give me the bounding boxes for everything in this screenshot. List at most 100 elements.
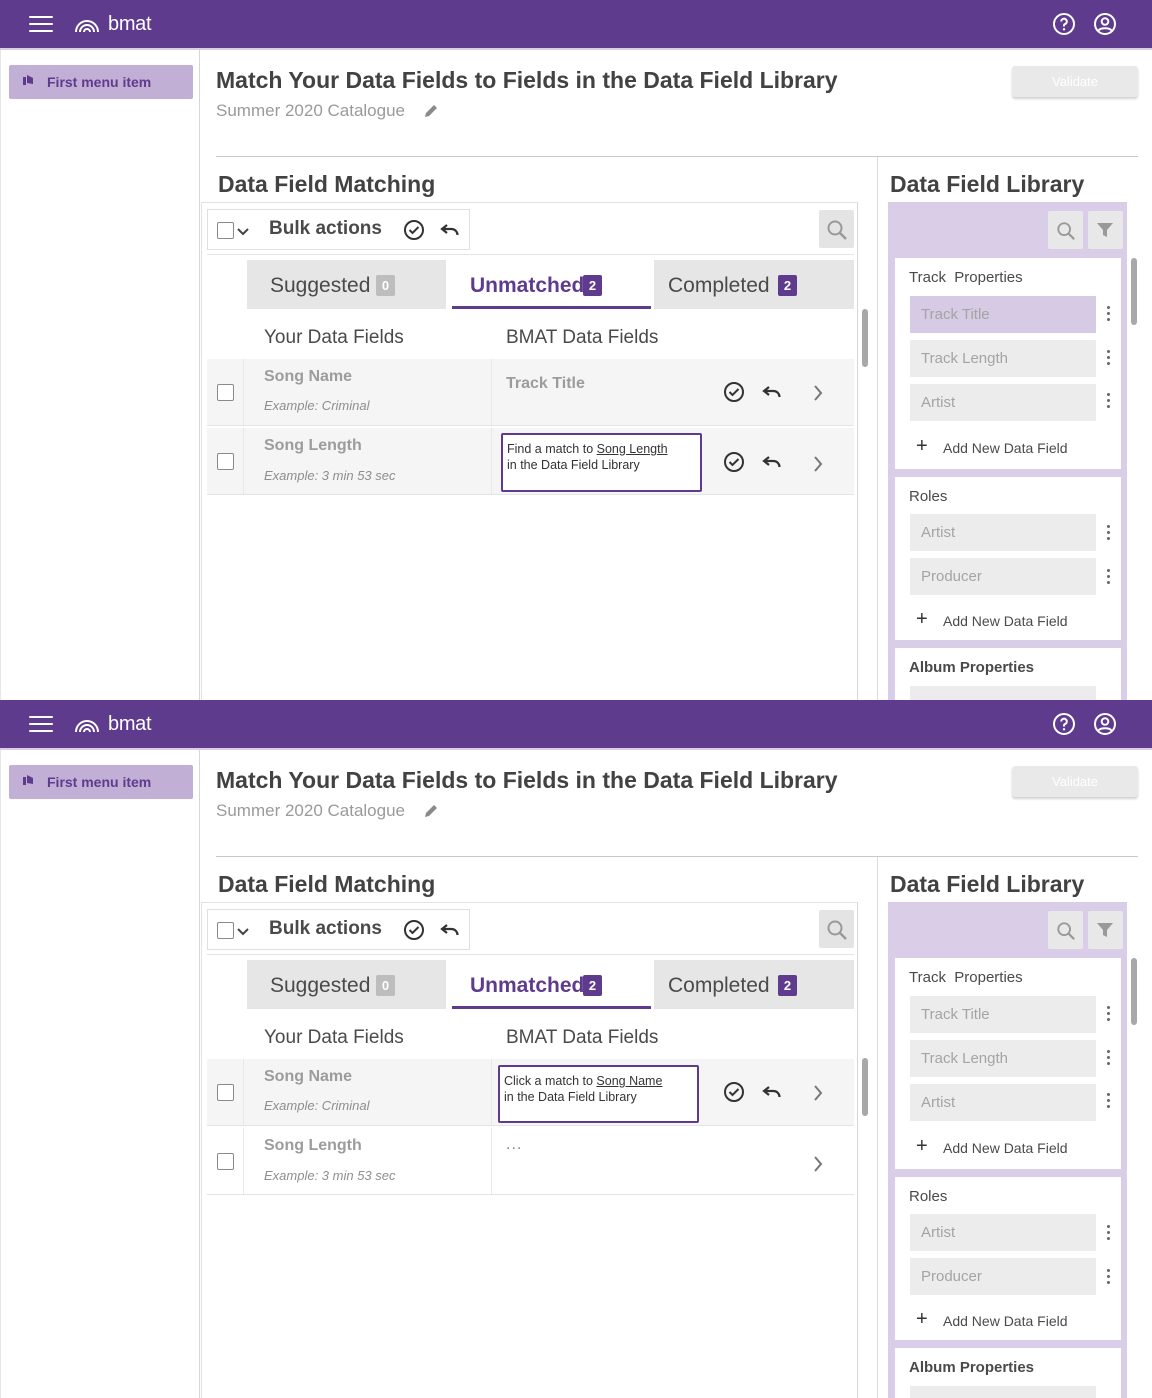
undo-icon[interactable] xyxy=(761,451,783,473)
check-circle-icon[interactable] xyxy=(723,381,745,403)
top-app-bar: bmat xyxy=(0,0,1152,48)
chevron-right-icon[interactable] xyxy=(811,454,825,474)
bmat-field-value[interactable]: Track Title xyxy=(506,375,585,393)
library-item[interactable]: Track Length xyxy=(910,340,1096,377)
tab-unmatched[interactable]: Unmatched 2 xyxy=(452,260,651,309)
sidebar: First menu item xyxy=(0,750,200,1398)
more-vert-icon[interactable] xyxy=(1107,569,1111,585)
chevron-down-icon[interactable] xyxy=(236,924,250,938)
library-filter-button[interactable] xyxy=(1088,911,1123,949)
more-vert-icon[interactable] xyxy=(1107,393,1111,409)
library-scrollbar-thumb[interactable] xyxy=(1131,258,1137,325)
library-item[interactable]: Track Title xyxy=(910,296,1096,333)
library-item[interactable]: Artist xyxy=(910,1214,1096,1251)
row-checkbox[interactable] xyxy=(217,1084,234,1101)
row-checkbox[interactable] xyxy=(217,453,234,470)
reorder-icon xyxy=(23,775,33,785)
filter-icon xyxy=(1097,223,1113,237)
undo-icon[interactable] xyxy=(439,919,461,941)
library-item[interactable]: Producer xyxy=(910,1258,1096,1295)
more-vert-icon[interactable] xyxy=(1107,525,1111,541)
library-search-button[interactable] xyxy=(1048,211,1083,249)
sidebar-item-first[interactable]: First menu item xyxy=(9,65,193,99)
library-item[interactable] xyxy=(910,1386,1096,1398)
chevron-down-icon[interactable] xyxy=(236,224,250,238)
library-group-title: Track Properties xyxy=(909,969,1023,986)
search-icon xyxy=(1057,922,1075,940)
more-vert-icon[interactable] xyxy=(1107,350,1111,366)
divider xyxy=(216,156,1138,157)
library-scrollbar-thumb[interactable] xyxy=(1131,958,1137,1025)
hamburger-icon[interactable] xyxy=(29,15,53,33)
tab-count-badge: 2 xyxy=(583,275,602,296)
help-circle-icon[interactable] xyxy=(1052,712,1076,736)
sidebar: First menu item xyxy=(0,50,200,700)
bmat-logo-icon xyxy=(75,720,99,733)
library-search-button[interactable] xyxy=(1048,911,1083,949)
check-circle-icon[interactable] xyxy=(403,219,425,241)
library-item[interactable]: Producer xyxy=(910,558,1096,595)
match-tooltip: Click a match to Song Name in the Data F… xyxy=(498,1065,699,1123)
library-item[interactable]: Artist xyxy=(910,514,1096,551)
library-filter-button[interactable] xyxy=(1088,211,1123,249)
library-group-title: Track Properties xyxy=(909,269,1023,286)
check-circle-icon[interactable] xyxy=(723,1081,745,1103)
table-row[interactable]: Song Name Example: Criminal Track Title xyxy=(207,359,854,426)
more-vert-icon[interactable] xyxy=(1107,1006,1111,1022)
library-item[interactable]: Artist xyxy=(910,1084,1096,1121)
table-row[interactable]: Song Length Example: 3 min 53 sec ... xyxy=(207,1128,854,1195)
column-header-your-fields: Your Data Fields xyxy=(264,327,404,348)
select-all-checkbox[interactable] xyxy=(217,222,234,239)
library-item[interactable]: Artist xyxy=(910,384,1096,421)
row-checkbox[interactable] xyxy=(217,1153,234,1170)
hamburger-icon[interactable] xyxy=(29,715,53,733)
undo-icon[interactable] xyxy=(761,381,783,403)
more-vert-icon[interactable] xyxy=(1107,1269,1111,1285)
library-item-label: Producer xyxy=(921,568,982,585)
search-button[interactable] xyxy=(819,210,854,248)
tab-completed[interactable]: Completed 2 xyxy=(654,960,854,1009)
library-group-title: Roles xyxy=(909,488,948,505)
screen-panel-2: bmat First menu item Match Your Data Fie… xyxy=(0,700,1152,1398)
validate-button[interactable]: Validate xyxy=(1012,766,1138,797)
row-checkbox[interactable] xyxy=(217,384,234,401)
chevron-right-icon[interactable] xyxy=(811,1083,825,1103)
more-vert-icon[interactable] xyxy=(1107,1225,1111,1241)
account-circle-icon[interactable] xyxy=(1093,712,1117,736)
check-circle-icon[interactable] xyxy=(723,451,745,473)
search-button[interactable] xyxy=(819,910,854,948)
more-vert-icon[interactable] xyxy=(1107,1050,1111,1066)
tab-completed[interactable]: Completed 2 xyxy=(654,260,854,309)
library-item-label: Producer xyxy=(921,1268,982,1285)
edit-pencil-icon[interactable] xyxy=(423,103,439,119)
tab-suggested[interactable]: Suggested 0 xyxy=(247,260,446,309)
chevron-right-icon[interactable] xyxy=(811,383,825,403)
scrollbar-thumb[interactable] xyxy=(862,309,868,367)
more-vert-icon[interactable] xyxy=(1107,1093,1111,1109)
library-item[interactable]: Track Title xyxy=(910,996,1096,1033)
field-name: Song Name xyxy=(264,368,353,385)
undo-icon[interactable] xyxy=(439,219,461,241)
undo-icon[interactable] xyxy=(761,1081,783,1103)
library-item[interactable]: Track Length xyxy=(910,1040,1096,1077)
tooltip-text: in the Data Field Library xyxy=(507,458,640,472)
edit-pencil-icon[interactable] xyxy=(423,803,439,819)
match-tooltip: Find a match to Song Length in the Data … xyxy=(501,433,702,492)
tab-unmatched[interactable]: Unmatched 2 xyxy=(452,960,651,1009)
check-circle-icon[interactable] xyxy=(403,919,425,941)
field-example: Example: Criminal xyxy=(264,1098,370,1113)
chevron-right-icon[interactable] xyxy=(811,1154,825,1174)
sidebar-item-first[interactable]: First menu item xyxy=(9,765,193,799)
top-app-bar: bmat xyxy=(0,700,1152,748)
select-all-checkbox[interactable] xyxy=(217,922,234,939)
tab-suggested[interactable]: Suggested 0 xyxy=(247,960,446,1009)
help-circle-icon[interactable] xyxy=(1052,12,1076,36)
plus-icon: + xyxy=(916,608,928,630)
plus-icon: + xyxy=(916,1135,928,1157)
library-item[interactable] xyxy=(910,686,1096,700)
more-vert-icon[interactable] xyxy=(1107,306,1111,322)
search-icon xyxy=(1057,222,1075,240)
scrollbar-thumb[interactable] xyxy=(862,1058,868,1116)
validate-button[interactable]: Validate xyxy=(1012,66,1138,97)
account-circle-icon[interactable] xyxy=(1093,12,1117,36)
